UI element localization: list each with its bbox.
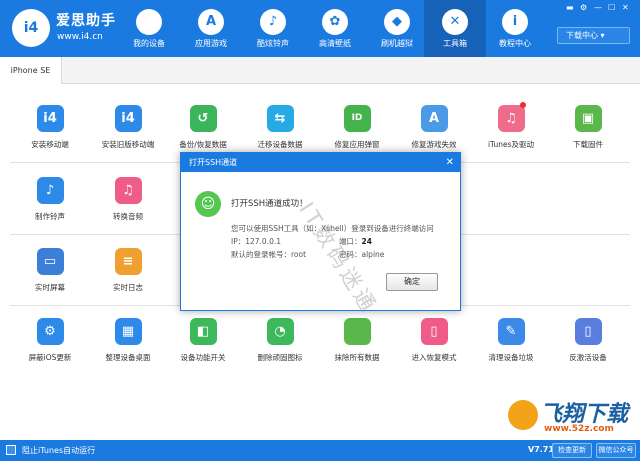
skin-icon[interactable]: ▬ (566, 3, 574, 12)
block-update-icon: ⚙ (36, 318, 64, 345)
tab-iphone-se[interactable]: iPhone SE (0, 57, 62, 84)
dropbox-icon: ◆ (384, 9, 410, 35)
flower-icon: ✿ (322, 9, 348, 35)
feature-toggle-icon: ◧ (189, 318, 217, 345)
site-logo-mark-icon (508, 400, 538, 430)
info-icon: i (502, 9, 528, 35)
audio-convert-icon: ♫ (114, 177, 142, 204)
i4-app-icon: i4 (36, 105, 64, 132)
tool-repair-app-popup[interactable]: ID 修复应用弹窗 (317, 105, 397, 150)
nav-ringtones[interactable]: ♪ 酷炫铃声 (242, 0, 304, 57)
tools-icon: ✕ (442, 9, 468, 35)
brand-name: 爱思助手 (56, 13, 116, 29)
dialog-success-message: 打开SSH通道成功！ (231, 199, 308, 209)
realtime-screen-icon: ▭ (36, 248, 64, 275)
tool-delete-stubborn-icon[interactable]: ◔ 删除顽固图标 (240, 318, 320, 363)
realtime-log-icon: ≡ (114, 248, 142, 275)
nav-apps-games[interactable]: A 应用游戏 (180, 0, 242, 57)
tool-deactivate-device[interactable]: ▯ 反激活设备 (548, 318, 628, 363)
dialog-port-value: 24 (361, 237, 372, 246)
tool-install-legacy-mobile[interactable]: i4 安装旧版移动端 (88, 105, 168, 150)
tool-repair-game[interactable]: A 修复游戏失效 (394, 105, 474, 150)
check-update-button[interactable]: 检查更新 (552, 443, 592, 458)
nav-my-device[interactable]: 我的设备 (118, 0, 180, 57)
maximize-icon[interactable]: ☐ (608, 3, 615, 12)
smiley-success-icon: ☺ (195, 191, 221, 217)
firmware-cube-icon: ▣ (574, 105, 602, 132)
apple-icon (136, 9, 162, 35)
tool-clean-junk[interactable]: ✎ 清理设备垃圾 (471, 318, 551, 363)
site-brand-url: www.52z.com (544, 424, 614, 434)
i4-logo-icon: i4 (12, 9, 50, 47)
tool-erase-all-data[interactable]: 抹除所有数据 (317, 318, 397, 363)
tool-recovery-mode[interactable]: ▯ 进入恢复模式 (394, 318, 474, 363)
bell-icon: ♪ (260, 9, 286, 35)
tool-migrate-data[interactable]: ⇆ 迁移设备数据 (240, 105, 320, 150)
wechat-button[interactable]: 微信公众号 (596, 443, 636, 458)
top-bar: i4 爱思助手 www.i4.cn 我的设备 A 应用游戏 ♪ 酷炫铃声 ✿ 高… (0, 0, 640, 57)
tool-backup-restore[interactable]: ↺ 备份/恢复数据 (163, 105, 243, 150)
clean-junk-icon: ✎ (497, 318, 525, 345)
dialog-title: 打开SSH通道 (189, 158, 238, 167)
dialog-close-icon[interactable]: ✕ (446, 153, 454, 172)
migrate-data-icon: ⇆ (266, 105, 294, 132)
new-badge-dot (520, 102, 526, 108)
brand-url: www.i4.cn (57, 32, 103, 42)
dialog-title-bar: 打开SSH通道 ✕ (181, 153, 460, 172)
tool-download-firmware[interactable]: ▣ 下载固件 (548, 105, 628, 150)
i4-legacy-app-icon: i4 (114, 105, 142, 132)
tool-organize-desktop[interactable]: ▦ 整理设备桌面 (88, 318, 168, 363)
nav-wallpapers[interactable]: ✿ 高清壁纸 (304, 0, 366, 57)
itunes-autorun-label[interactable]: 阻止iTunes自动运行 (22, 445, 95, 456)
repair-game-icon: A (420, 105, 448, 132)
repair-app-popup-icon: ID (343, 105, 371, 132)
tool-convert-audio[interactable]: ♫ 转换音频 (88, 177, 168, 222)
itunes-autorun-checkbox[interactable] (6, 445, 16, 455)
nav-tutorials[interactable]: i 教程中心 (484, 0, 546, 57)
tool-feature-toggle[interactable]: ◧ 设备功能开关 (163, 318, 243, 363)
itunes-icon: ♫ (497, 105, 525, 132)
ok-button[interactable]: 确定 (386, 273, 438, 291)
settings-gear-icon[interactable]: ⚙ (580, 3, 587, 12)
download-center-button[interactable]: 下载中心 ▾ (557, 27, 630, 44)
tool-itunes-driver[interactable]: ♫ iTunes及驱动 (471, 105, 551, 150)
device-tab-bar: iPhone SE (0, 57, 640, 84)
backup-restore-icon: ↺ (189, 105, 217, 132)
tool-make-ringtone[interactable]: ♪ 制作铃声 (10, 177, 90, 222)
bell-maker-icon: ♪ (36, 177, 64, 204)
tool-block-ios-update[interactable]: ⚙ 屏蔽iOS更新 (10, 318, 90, 363)
tool-realtime-screen[interactable]: ▭ 实时屏幕 (10, 248, 90, 293)
version-label: V7.71 (528, 445, 554, 454)
dialog-ip: IP：127.0.0.1 (231, 237, 282, 246)
delete-icon-icon: ◔ (266, 318, 294, 345)
erase-data-icon (343, 318, 371, 345)
tool-install-mobile[interactable]: i4 安装移动端 (10, 105, 90, 150)
recovery-mode-icon: ▯ (420, 318, 448, 345)
dialog-account: 默认的登录帐号：root (231, 250, 307, 259)
deactivate-icon: ▯ (574, 318, 602, 345)
app-store-icon: A (198, 9, 224, 35)
close-icon[interactable]: ✕ (622, 3, 629, 12)
status-footer: 阻止iTunes自动运行 V7.71 检查更新 微信公众号 (0, 440, 640, 461)
tool-realtime-log[interactable]: ≡ 实时日志 (88, 248, 168, 293)
organize-desktop-icon: ▦ (114, 318, 142, 345)
nav-flash-jailbreak[interactable]: ◆ 刷机越狱 (366, 0, 428, 57)
minimize-icon[interactable]: — (594, 3, 602, 12)
nav-toolbox[interactable]: ✕ 工具箱 (424, 0, 486, 57)
